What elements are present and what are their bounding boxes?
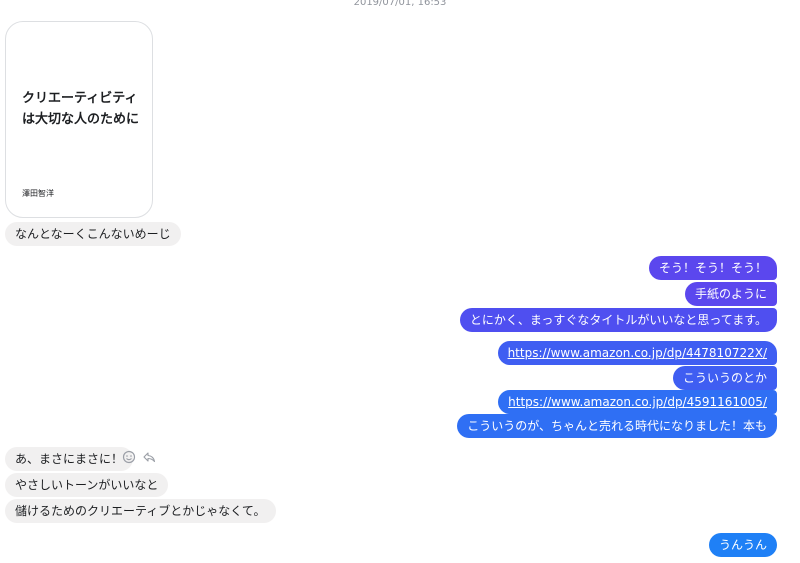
outgoing-message[interactable]: こういうのとか (672, 366, 777, 390)
message-actions (122, 449, 156, 465)
incoming-message[interactable]: なんとなーくこんないめーじ (5, 222, 181, 246)
outgoing-message[interactable]: とにかく、まっすぐなタイトルがいいなと思ってます。 (459, 308, 777, 332)
outgoing-link-message[interactable]: https://www.amazon.co.jp/dp/447810722X/ (497, 341, 777, 365)
incoming-message[interactable]: やさしいトーンがいいなと (5, 473, 169, 497)
thread-timestamp: 2019/07/01, 16:53 (353, 0, 447, 8)
outgoing-message[interactable]: 手紙のように (684, 282, 777, 306)
incoming-message[interactable]: あ、まさにまさに！ (5, 447, 134, 471)
book-title: クリエーティビティは大切な人のために (22, 91, 140, 127)
amazon-link-2[interactable]: https://www.amazon.co.jp/dp/4591161005/ (508, 395, 767, 409)
outgoing-message[interactable]: うんうん (708, 533, 777, 557)
outgoing-link-message[interactable]: https://www.amazon.co.jp/dp/4591161005/ (498, 390, 777, 414)
amazon-link-1[interactable]: https://www.amazon.co.jp/dp/447810722X/ (508, 346, 767, 360)
outgoing-message[interactable]: そう！そう！そう！ (648, 256, 777, 280)
smiley-icon[interactable] (122, 450, 136, 464)
outgoing-message[interactable]: こういうのが、ちゃんと売れる時代になりました！本も (457, 414, 777, 438)
shared-book-card[interactable]: クリエーティビティは大切な人のために 澤田智洋 (5, 21, 153, 218)
incoming-message[interactable]: 儲けるためのクリエーティブとかじゃなくて。 (5, 499, 276, 523)
reply-icon[interactable] (142, 450, 156, 464)
book-author: 澤田智洋 (22, 189, 54, 198)
